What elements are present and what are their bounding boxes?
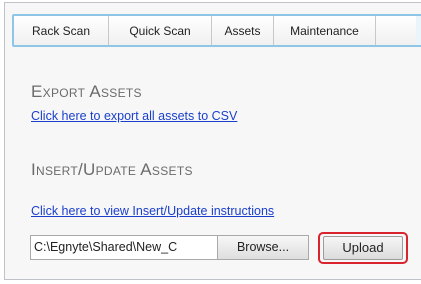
insert-instructions-link[interactable]: Click here to view Insert/Update instruc… [31, 204, 274, 218]
tab-assets[interactable]: Assets [212, 16, 274, 45]
file-path-field[interactable]: C:\Egnyte\Shared\New_C [30, 235, 220, 260]
export-assets-heading: Export Assets [31, 82, 142, 101]
insert-update-assets-heading: Insert/Update Assets [31, 160, 193, 179]
tab-bar: Rack Scan Quick Scan Assets Maintenance [12, 14, 421, 47]
browse-button[interactable]: Browse... [217, 235, 309, 260]
upload-button[interactable]: Upload [323, 236, 403, 260]
tab-maintenance[interactable]: Maintenance [274, 16, 376, 45]
tab-quick-scan[interactable]: Quick Scan [109, 16, 212, 45]
tab-overflow[interactable] [376, 16, 416, 45]
export-csv-link[interactable]: Click here to export all assets to CSV [31, 109, 237, 123]
tab-rack-scan[interactable]: Rack Scan [14, 16, 109, 45]
